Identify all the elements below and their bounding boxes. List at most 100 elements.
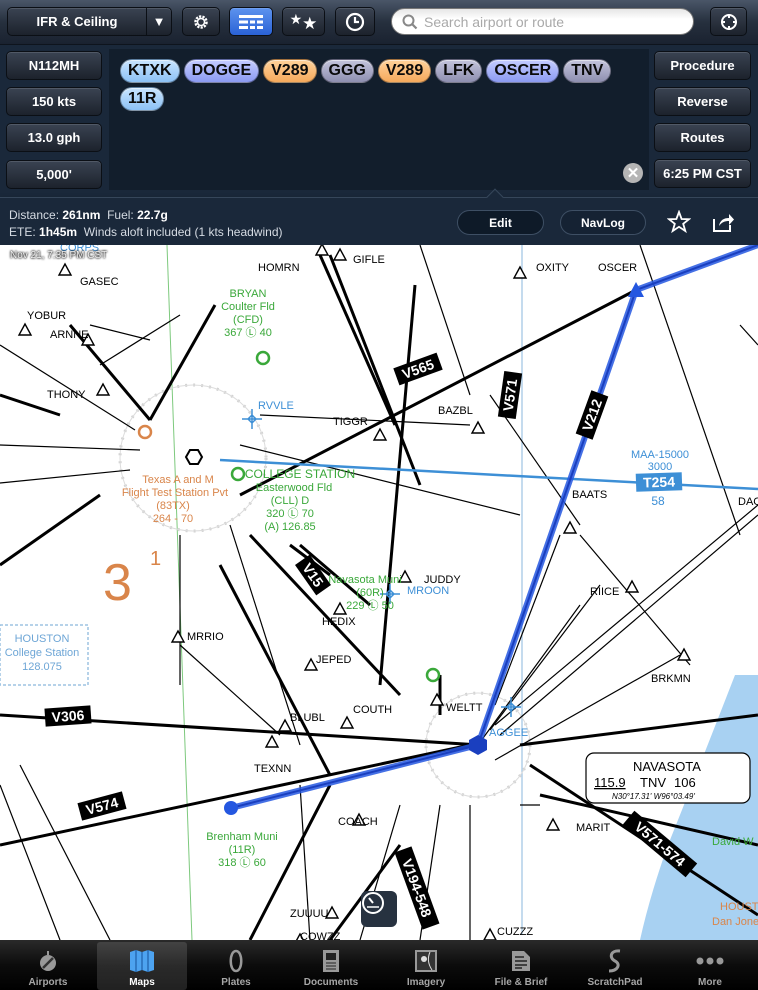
route-chip-airway[interactable]: V289	[377, 59, 432, 83]
search-input[interactable]	[424, 13, 684, 30]
airport-id: (11R)	[229, 844, 256, 856]
share-icon	[713, 214, 734, 232]
fix-label: MRRIO	[187, 631, 224, 643]
fix-triangle-couth	[339, 715, 355, 729]
fix-label: CUZZZ	[497, 926, 533, 938]
rnav-fix-label: AGGEE	[489, 727, 528, 739]
fss-name: HOUSTON	[15, 633, 70, 645]
fix-triangle-tiggr	[372, 427, 388, 441]
route-chip-navaid[interactable]: TNV	[563, 59, 612, 83]
sectional-map[interactable]: V565 V571 V212 T254 V15 V306 V574 V194-548 V571-…	[0, 245, 758, 940]
route-waypoint-11r	[224, 801, 238, 815]
clear-route-button[interactable]: ✕	[623, 163, 643, 183]
navaid-box: NAVASOTA 115.9 TNV 106 N30°17.31' W96°03.49'	[585, 752, 751, 804]
fix-triangle-baats	[562, 520, 578, 534]
route-chip-navaid[interactable]: LFK	[435, 59, 483, 83]
clock-icon	[345, 12, 365, 31]
fix-label: RIICE	[590, 586, 619, 598]
navlog-button[interactable]: NavLog	[560, 210, 646, 235]
reverse-button[interactable]: Reverse	[654, 87, 751, 116]
tab-more[interactable]: More	[665, 942, 755, 990]
aircraft-button[interactable]: N112MH	[6, 51, 102, 80]
routes-button[interactable]: Routes	[654, 123, 751, 152]
tab-airports[interactable]: Airports	[3, 942, 93, 990]
fix-label: HOMRN	[258, 262, 300, 274]
airport-name: COLLEGE STATION	[245, 467, 355, 481]
distance-label: Distance:	[9, 208, 60, 222]
route-chip-airport[interactable]: KTXK	[120, 59, 180, 83]
share-button[interactable]	[709, 209, 737, 235]
fix-triangle-thony	[95, 382, 111, 396]
departure-time-button[interactable]: 6:25 PM CST	[654, 159, 751, 188]
instrument-panel-button[interactable]	[361, 891, 397, 927]
fuel-burn-button[interactable]: 13.0 gph	[6, 123, 102, 152]
fix-label: ZUUUU	[290, 908, 329, 920]
locate-button[interactable]	[710, 7, 747, 36]
fuel-value: 22.7g	[137, 208, 168, 222]
airport-name: Navasota Muni	[328, 574, 401, 586]
airway-label: V194-548	[399, 857, 435, 920]
tab-plates[interactable]: Plates	[191, 942, 281, 990]
airport-info: 320 Ⓛ 70	[266, 507, 314, 520]
fss-sub: College Station	[5, 647, 80, 659]
airport-name: Brenham Muni	[206, 831, 278, 843]
rnav-fix-label: MROON	[407, 585, 449, 597]
settings-button[interactable]	[182, 7, 220, 36]
tab-label: Imagery	[406, 977, 446, 988]
route-chip-airport[interactable]: 11R	[120, 87, 165, 111]
ete-row: ETE: 1h45m Winds aloft included (1 kts h…	[9, 225, 283, 239]
favorite-route-button[interactable]	[665, 209, 693, 235]
chevron-down-icon[interactable]: ▼	[146, 8, 171, 35]
favorites-button[interactable]: ★★	[282, 7, 325, 36]
fix-triangle-yobur	[17, 322, 33, 336]
fix-label: TEXNN	[254, 763, 291, 775]
altitude-button[interactable]: 5,000'	[6, 160, 102, 189]
file-brief-icon	[507, 948, 535, 974]
map-settings-button[interactable]	[229, 7, 273, 36]
tab-documents[interactable]: Documents	[286, 942, 376, 990]
map-label: Dan Jone	[712, 916, 758, 928]
airway-shield-v571: V571	[497, 370, 523, 420]
tab-imagery[interactable]: Imagery	[381, 942, 471, 990]
fix-triangle-gifle	[332, 247, 348, 261]
airport-id: (83TX)	[156, 500, 190, 512]
airway-shield-v306: V306	[44, 705, 92, 727]
route-chip-fix[interactable]: DOGGE	[183, 59, 260, 83]
imagery-icon	[412, 948, 440, 974]
fix-label: OSCER	[598, 262, 637, 274]
airport-name: BRYAN	[230, 288, 267, 300]
airway-label: T254	[643, 473, 676, 490]
t254-maa: MAA-15000	[631, 449, 689, 461]
navaid-name: NAVASOTA	[633, 759, 701, 774]
compass-rose-cll	[118, 383, 268, 533]
recents-button[interactable]	[335, 7, 375, 36]
fuel-label: Fuel:	[107, 208, 134, 222]
map-layer-selector[interactable]: IFR & Ceiling ▼	[7, 7, 172, 36]
tab-scratchpad[interactable]: ScratchPad	[570, 942, 660, 990]
tab-maps[interactable]: Maps	[97, 942, 187, 990]
ifr-chart-canvas[interactable]: V565V571V212T254V15V306V574V194-548V571-…	[0, 245, 758, 940]
close-icon: ✕	[626, 165, 640, 182]
tab-label: ScratchPad	[587, 977, 643, 988]
rnav-fix-label: RVVLE	[258, 400, 294, 412]
route-chip-fix[interactable]: OSCER	[486, 59, 560, 83]
airport-subname: Flight Test Station Pvt	[122, 487, 228, 499]
procedure-button[interactable]: Procedure	[654, 51, 751, 80]
airway-shield-v212: V212	[575, 390, 609, 440]
edit-button[interactable]: Edit	[457, 210, 544, 235]
tab-file-brief[interactable]: File & Brief	[476, 942, 566, 990]
map-timestamp: Nov 21, 7:35 PM CST	[10, 250, 108, 261]
speed-button[interactable]: 150 kts	[6, 87, 102, 116]
winds-note: Winds aloft included (1 kts headwind)	[83, 225, 283, 239]
fix-triangle-texnn	[264, 734, 280, 748]
route-chip-navaid[interactable]: GGG	[320, 59, 374, 83]
tab-label: Documents	[303, 977, 359, 988]
fix-label: HEDIX	[322, 616, 356, 628]
plates-icon	[222, 948, 250, 974]
route-editor[interactable]: KTXK DOGGE V289 GGG V289 LFK OSCER TNV 11R ✕	[109, 49, 649, 190]
search-icon	[402, 14, 418, 29]
navaid-coords: N30°17.31' W96°03.49'	[612, 792, 695, 801]
airport-freq: (A) 126.85	[264, 521, 315, 533]
search-bar[interactable]	[391, 8, 694, 35]
route-chip-airway[interactable]: V289	[263, 59, 317, 83]
